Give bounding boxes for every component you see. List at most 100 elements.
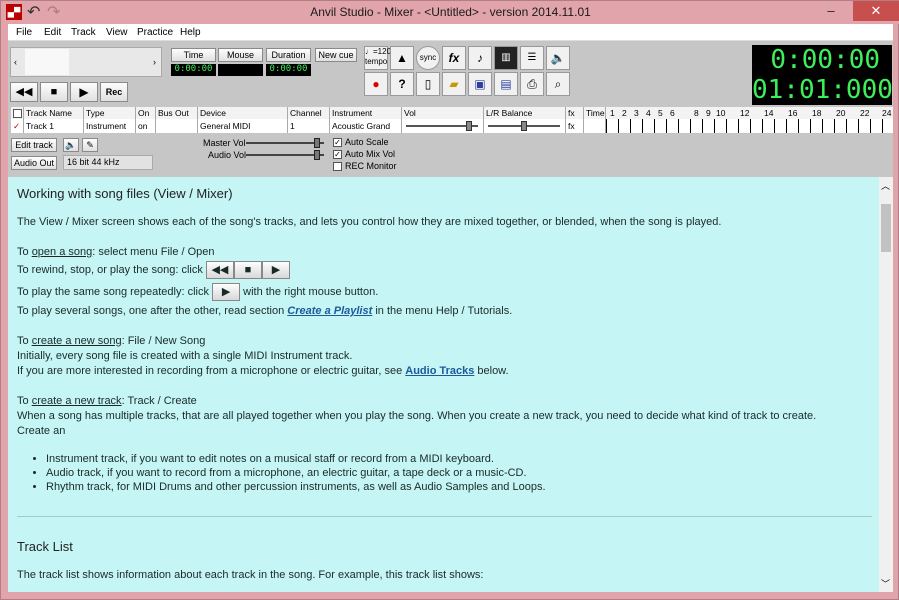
col-bus-out[interactable]: Bus Out [156, 107, 198, 119]
fx-icon[interactable]: fx [442, 46, 466, 70]
rewind-icon[interactable]: ◀◀ [205, 261, 234, 279]
track-1-name[interactable]: Track 1 [24, 119, 84, 133]
ruler-mark: 5 [658, 108, 663, 118]
edit-track-button[interactable]: Edit track [11, 138, 57, 152]
audio-vol-slider[interactable] [246, 150, 324, 160]
rec-monitor-checkbox[interactable]: REC Monitor [333, 161, 397, 172]
ruler-mark: 9 [706, 108, 711, 118]
col-on[interactable]: On [136, 107, 156, 119]
list-item: Audio track, if you want to record from … [46, 467, 546, 479]
menu-practice[interactable]: Practice [137, 27, 173, 38]
mixer-icon[interactable]: ☰ [520, 46, 544, 70]
track-1-fx[interactable]: fx [566, 119, 584, 133]
track-1-bus-out[interactable] [156, 119, 198, 133]
duration-button[interactable]: Duration [266, 48, 311, 62]
menu-bar: File Edit Track View Practice Help [8, 24, 893, 41]
play-icon[interactable]: ▶ [261, 261, 290, 279]
menu-view[interactable]: View [106, 27, 128, 38]
rewind-button[interactable]: ◀◀ [10, 82, 38, 102]
col-instrument[interactable]: Instrument [330, 107, 402, 119]
menu-edit[interactable]: Edit [44, 27, 61, 38]
speaker-icon[interactable]: 🔈 [63, 138, 79, 152]
save-as-icon[interactable]: ▤ [494, 72, 518, 96]
ruler-mark: 24 [882, 108, 892, 118]
ruler-mark: 18 [812, 108, 822, 118]
play-button[interactable]: ▶ [70, 82, 98, 102]
tempo-icon[interactable]: ♩=120 tempo [364, 46, 391, 70]
close-button[interactable]: ✕ [853, 1, 899, 21]
track-1-volume-slider[interactable] [402, 119, 484, 133]
sync-icon[interactable]: sync [416, 46, 440, 70]
master-vol-label: Master Vol [203, 138, 246, 148]
open-folder-icon[interactable]: ▰ [442, 72, 466, 96]
auto-mix-vol-label: Auto Mix Vol [345, 149, 396, 159]
help-icon[interactable]: ? [390, 72, 414, 96]
save-icon[interactable]: ▣ [468, 72, 492, 96]
track-1-channel[interactable]: 1 [288, 119, 330, 133]
track-1-instrument[interactable]: Acoustic Grand [330, 119, 402, 133]
scroll-thumb[interactable] [25, 49, 69, 75]
new-cue-button[interactable]: New cue [315, 48, 357, 62]
divider [17, 516, 872, 517]
scroll-thumb[interactable] [881, 204, 891, 252]
ruler-mark: 10 [716, 108, 726, 118]
col-fx[interactable]: fx [566, 107, 584, 119]
speaker-icon[interactable]: 🔈 [546, 46, 570, 70]
menu-track[interactable]: Track [71, 27, 96, 38]
ruler-mark: 16 [788, 108, 798, 118]
col-balance[interactable]: L/R Balance [484, 107, 566, 119]
auto-scale-checkbox[interactable]: ✓ Auto Scale [333, 137, 389, 148]
col-type[interactable]: Type [84, 107, 136, 119]
col-check-header[interactable] [11, 107, 24, 119]
menu-help[interactable]: Help [180, 27, 201, 38]
auto-mix-vol-checkbox[interactable]: ✓ Auto Mix Vol [333, 149, 396, 160]
play-icon[interactable]: ▶ [212, 283, 241, 301]
intro-text: The View / Mixer screen shows each of th… [17, 216, 722, 228]
col-track-name[interactable]: Track Name [24, 107, 84, 119]
record-icon[interactable]: ● [364, 72, 388, 96]
track-1-device[interactable]: General MIDI [198, 119, 288, 133]
mouse-display [218, 64, 263, 76]
col-device[interactable]: Device [198, 107, 288, 119]
song-scroller[interactable]: ‹ › [10, 47, 162, 77]
stop-icon[interactable]: ■ [233, 261, 262, 279]
audio-out-button[interactable]: Audio Out [11, 156, 57, 170]
create-track-link[interactable]: create a new track [32, 395, 122, 407]
col-vol[interactable]: Vol [402, 107, 484, 119]
audio-tracks-text: If you are more interested in recording … [17, 365, 509, 377]
rec-button[interactable]: Rec [100, 82, 128, 102]
ruler-mark: 2 [622, 108, 627, 118]
track-1-timeline[interactable] [606, 119, 893, 133]
col-time[interactable]: Time [584, 107, 606, 119]
wrench-icon[interactable]: ✎ [82, 138, 98, 152]
mouse-button[interactable]: Mouse [218, 48, 263, 62]
print-preview-icon[interactable]: ⌕ [546, 72, 570, 96]
track-1-type[interactable]: Instrument [84, 119, 136, 133]
create-playlist-link[interactable]: Create a Playlist [287, 305, 372, 317]
new-file-icon[interactable]: ▯ [416, 72, 440, 96]
menu-file[interactable]: File [16, 27, 32, 38]
scroll-up-icon[interactable]: ︿ [881, 179, 890, 192]
title-bar: ▄▀ ↶ ↷ Anvil Studio - Mixer - <Untitled>… [1, 1, 899, 24]
stop-button[interactable]: ■ [40, 82, 68, 102]
master-vol-slider[interactable] [246, 138, 324, 148]
piano-keyboard-icon[interactable]: ▥ [494, 46, 518, 70]
guitar-icon[interactable]: ♪ [468, 46, 492, 70]
track-1-balance-slider[interactable] [484, 119, 566, 133]
content-scrollbar[interactable]: ︿ ﹀ [879, 177, 893, 592]
time-button[interactable]: Time [171, 48, 216, 62]
help-content: Working with song files (View / Mixer) T… [8, 177, 879, 592]
scroll-down-icon[interactable]: ﹀ [881, 577, 890, 590]
track-1-check[interactable]: ✓ [11, 119, 24, 133]
print-icon[interactable]: ⎙ [520, 72, 544, 96]
metronome-icon[interactable]: ▲ [390, 46, 414, 70]
track-1-on[interactable]: on [136, 119, 156, 133]
open-song-link[interactable]: open a song [32, 246, 93, 258]
minimize-button[interactable]: – [818, 1, 844, 21]
create-song-link[interactable]: create a new song [32, 335, 122, 347]
duration-display: 0:00:00 [266, 64, 311, 76]
scroll-left-icon[interactable]: ‹ [14, 57, 17, 67]
col-channel[interactable]: Channel [288, 107, 330, 119]
audio-tracks-link[interactable]: Audio Tracks [405, 365, 474, 377]
scroll-right-icon[interactable]: › [153, 57, 156, 67]
